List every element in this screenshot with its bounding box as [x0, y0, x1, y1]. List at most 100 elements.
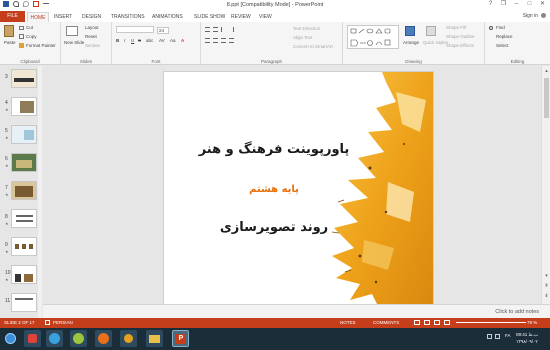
taskbar-app-4[interactable]	[95, 330, 112, 347]
shape-fill-button[interactable]: Shape Fill	[446, 25, 466, 30]
taskbar-app-1[interactable]	[24, 330, 41, 347]
ribbon-display-button[interactable]: ❐	[498, 0, 509, 9]
text-direction-button[interactable]: Text Direction	[293, 26, 320, 31]
close-button[interactable]: ✕	[537, 0, 548, 9]
find-button[interactable]: Find	[496, 25, 505, 30]
previous-slide-icon[interactable]: ⇞	[543, 283, 550, 289]
slide-thumbnail-10[interactable]	[11, 265, 37, 284]
thumbnail-scrollbar[interactable]	[38, 66, 42, 318]
arrange-button[interactable]: Arrange	[403, 40, 419, 45]
volume-icon[interactable]	[495, 334, 500, 339]
tab-home[interactable]: HOME	[27, 12, 49, 22]
notes-toggle[interactable]: NOTES	[340, 320, 356, 325]
zoom-slider[interactable]	[456, 322, 526, 323]
slide-thumbnail-8[interactable]	[11, 209, 37, 228]
notes-pane[interactable]: Click to add notes	[43, 304, 550, 318]
scroll-thumb[interactable]	[544, 78, 549, 118]
font-color-button[interactable]: A	[181, 38, 184, 43]
tab-review[interactable]: REVIEW	[231, 12, 251, 22]
spelling-icon[interactable]	[45, 320, 50, 325]
account-icon[interactable]	[541, 13, 546, 18]
scroll-up-icon[interactable]: ▴	[543, 68, 550, 74]
taskbar-app-2[interactable]	[46, 330, 63, 347]
underline-button[interactable]: U	[131, 38, 134, 43]
normal-view-icon[interactable]	[414, 320, 420, 325]
justify-icon[interactable]	[229, 38, 234, 43]
maximize-button[interactable]: □	[524, 0, 535, 9]
help-button[interactable]: ?	[485, 0, 496, 9]
network-icon[interactable]	[487, 334, 492, 339]
slide-title[interactable]: پاورپوینت فرهنگ و هنر	[194, 142, 354, 157]
sign-in-link[interactable]: Sign in	[523, 13, 538, 19]
tab-animations[interactable]: ANIMATIONS	[152, 12, 183, 22]
slide-sorter-icon[interactable]	[424, 320, 430, 325]
quick-styles-button[interactable]: Quick Styles	[423, 40, 448, 45]
comments-toggle[interactable]: COMMENTS	[373, 320, 399, 325]
paste-icon[interactable]	[4, 25, 14, 37]
slide-thumbnail-11[interactable]	[11, 293, 37, 312]
convert-smartart-button[interactable]: Convert to SmartArt	[293, 44, 333, 49]
shapes-gallery[interactable]	[347, 25, 399, 49]
taskbar-app-3[interactable]	[70, 330, 87, 347]
language-indicator[interactable]: PERSIAN	[53, 320, 73, 325]
reading-view-icon[interactable]	[434, 320, 440, 325]
italic-button[interactable]: I	[124, 38, 125, 43]
slide-body-text[interactable]: روند تصویرسازی	[194, 220, 354, 235]
shadow-button[interactable]: abc	[146, 38, 153, 43]
taskbar-app-6[interactable]	[146, 330, 163, 347]
increase-indent-icon[interactable]	[229, 27, 234, 32]
font-name-box[interactable]	[116, 26, 154, 33]
editor-scrollbar[interactable]: ▴ ▾ ⇞ ⇟	[541, 66, 550, 304]
select-button[interactable]: Select	[496, 43, 509, 48]
arrange-icon[interactable]	[405, 26, 415, 36]
layout-button[interactable]: Layout	[85, 25, 99, 30]
current-slide[interactable]: پاورپوینت فرهنگ و هنر پایه هشتم روند تصو…	[163, 71, 434, 305]
tab-transitions[interactable]: TRANSITIONS	[111, 12, 145, 22]
slide-thumbnail-5[interactable]	[11, 125, 37, 144]
cut-button[interactable]: Cut	[26, 25, 33, 30]
reset-button[interactable]: Reset	[85, 34, 97, 39]
taskbar-app-5[interactable]	[120, 330, 137, 347]
quick-styles-icon[interactable]	[426, 26, 436, 36]
char-spacing-button[interactable]: AV	[159, 38, 165, 43]
zoom-level[interactable]: 79 %	[527, 320, 537, 325]
shape-effects-button[interactable]: Shape Effects	[446, 43, 474, 48]
taskbar-powerpoint[interactable]: P	[172, 330, 189, 347]
strikethrough-button[interactable]: S	[138, 38, 141, 43]
scroll-down-icon[interactable]: ▾	[543, 273, 550, 279]
tab-slide-show[interactable]: SLIDE SHOW	[194, 12, 225, 22]
slide-thumbnail-3[interactable]	[11, 69, 37, 88]
tab-design[interactable]: DESIGN	[82, 12, 101, 22]
bullets-icon[interactable]	[205, 27, 210, 32]
slideshow-view-icon[interactable]	[444, 320, 450, 325]
slide-thumbnail-9[interactable]	[11, 237, 37, 256]
decrease-indent-icon[interactable]	[221, 27, 226, 32]
format-painter-button[interactable]: Format Painter	[26, 43, 56, 48]
change-case-button[interactable]: Aa	[170, 38, 176, 43]
tab-file[interactable]: FILE	[0, 11, 25, 22]
slide-thumbnail-7[interactable]	[11, 181, 37, 200]
start-button[interactable]	[2, 330, 19, 347]
minimize-button[interactable]: –	[511, 0, 522, 9]
align-left-icon[interactable]	[205, 38, 210, 43]
paste-button[interactable]: Paste	[4, 40, 16, 45]
tab-view[interactable]: VIEW	[259, 12, 272, 22]
section-button[interactable]: Section	[85, 43, 100, 48]
slide-subtitle[interactable]: پایه هشتم	[194, 184, 354, 195]
font-size-box[interactable]: 24	[157, 27, 169, 34]
next-slide-icon[interactable]: ⇟	[543, 293, 550, 299]
numbering-icon[interactable]	[213, 27, 218, 32]
shape-outline-button[interactable]: Shape Outline	[446, 34, 475, 39]
new-slide-button[interactable]: New Slide	[64, 40, 84, 45]
slide-thumbnail-6[interactable]	[11, 153, 37, 172]
notes-placeholder[interactable]: Click to add notes	[495, 309, 539, 315]
clock-time[interactable]: 09:41 ب.ظ	[516, 332, 538, 338]
align-right-icon[interactable]	[221, 38, 226, 43]
replace-button[interactable]: Replace	[496, 34, 513, 39]
bold-button[interactable]: B	[116, 38, 119, 43]
align-center-icon[interactable]	[213, 38, 218, 43]
input-language[interactable]: FA	[505, 333, 511, 338]
copy-button[interactable]: Copy	[26, 34, 37, 39]
new-slide-icon[interactable]	[66, 26, 78, 36]
slide-thumbnail-4[interactable]	[11, 97, 37, 116]
